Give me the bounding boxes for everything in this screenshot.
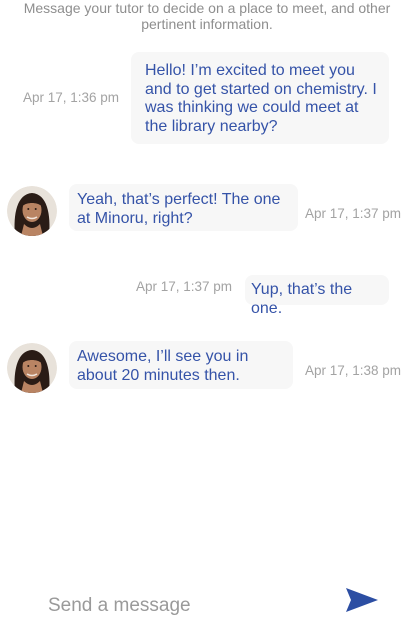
message-text: Awesome, I’ll see you in about 20 minute… [77, 348, 249, 384]
message-input[interactable] [36, 588, 328, 624]
intro-text: Message your tutor to decide on a place … [23, 0, 391, 32]
send-button[interactable] [344, 586, 380, 616]
tutor-avatar [7, 343, 57, 393]
message-timestamp: Apr 17, 1:37 pm [136, 279, 233, 294]
message-bubble: Yeah, that’s perfect! The one at Minoru,… [69, 184, 298, 231]
message-text: Hello! I’m excited to meet you and to ge… [145, 62, 377, 135]
message-row-outgoing: Apr 17, 1:36 pm Hello! I’m excited to me… [0, 52, 414, 144]
message-text: Yeah, that’s perfect! The one at Minoru,… [77, 191, 281, 227]
message-text: Yup, that’s the one. [251, 281, 353, 317]
message-row-incoming: Awesome, I’ll see you in about 20 minute… [0, 341, 414, 393]
message-timestamp: Apr 17, 1:36 pm [23, 90, 120, 105]
message-bubble: Awesome, I’ll see you in about 20 minute… [69, 341, 293, 389]
message-timestamp: Apr 17, 1:37 pm [305, 206, 402, 221]
message-bubble: Yup, that’s the one. [245, 275, 389, 317]
tutor-avatar [7, 186, 57, 236]
message-timestamp: Apr 17, 1:38 pm [305, 363, 402, 378]
send-icon [346, 588, 378, 612]
message-composer [0, 580, 414, 627]
message-row-incoming: Yeah, that’s perfect! The one at Minoru,… [0, 184, 414, 236]
message-bubble: Hello! I’m excited to meet you and to ge… [131, 52, 389, 144]
message-row-outgoing: Apr 17, 1:37 pm Yup, that’s the one. [0, 275, 414, 317]
